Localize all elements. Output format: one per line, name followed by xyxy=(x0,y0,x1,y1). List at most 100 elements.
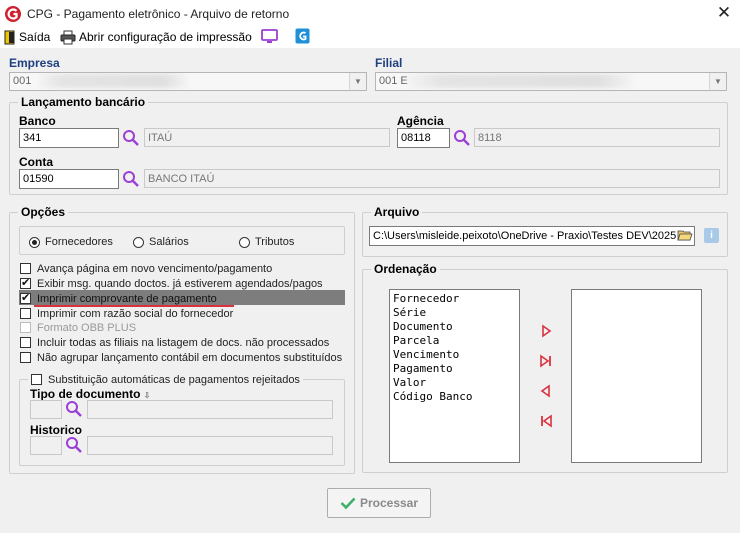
historico-desc xyxy=(87,436,333,455)
historico-label: Historico xyxy=(30,423,83,437)
banco-name-field: ITAÚ xyxy=(144,128,390,147)
checkbox[interactable] xyxy=(20,291,31,304)
printer-icon xyxy=(60,30,76,44)
checkbox-label: Formato OBB PLUS xyxy=(37,321,137,334)
agencia-name-field: 8118 xyxy=(474,128,720,147)
tipo-documento-label: Tipo de documento ⇩ xyxy=(30,387,151,401)
historico-code xyxy=(30,436,62,455)
checkbox-label: Substituição automáticas de pagamentos r… xyxy=(48,373,300,386)
exit-button[interactable]: Saída xyxy=(4,28,50,46)
window-title: CPG - Pagamento eletrônico - Arquivo de … xyxy=(27,7,290,21)
list-item[interactable]: Valor xyxy=(393,376,516,390)
conta-input[interactable]: 01590 xyxy=(19,169,119,189)
chk-razao-social[interactable]: Imprimir com razão social do fornecedor xyxy=(20,306,233,321)
empresa-value: 001 xyxy=(13,75,32,87)
ordenacao-legend: Ordenação xyxy=(371,262,440,276)
processar-button[interactable]: Processar xyxy=(327,488,431,518)
checkbox[interactable] xyxy=(20,308,31,319)
radio-label: Salários xyxy=(149,236,189,248)
search-icon[interactable] xyxy=(122,170,140,188)
ordenacao-available-list[interactable]: Fornecedor Série Documento Parcela Venci… xyxy=(389,289,520,463)
banco-input[interactable]: 341 xyxy=(19,128,119,148)
search-icon[interactable] xyxy=(65,400,83,418)
filial-label: Filial xyxy=(375,56,403,70)
arquivo-legend: Arquivo xyxy=(371,205,423,219)
radio-salarios[interactable]: Salários xyxy=(133,236,189,248)
checkmark-icon xyxy=(340,497,356,510)
move-left-icon[interactable] xyxy=(538,383,554,399)
move-all-right-icon[interactable] xyxy=(538,353,554,369)
print-config-button[interactable]: Abrir configuração de impressão xyxy=(60,28,252,46)
chk-nao-agrupar[interactable]: Não agrupar lançamento contábil em docum… xyxy=(20,350,342,365)
checkbox-label: Exibir msg. quando doctos. já estiverem … xyxy=(37,277,323,290)
search-icon[interactable] xyxy=(65,436,83,454)
empresa-redaction xyxy=(38,74,188,88)
checkbox[interactable] xyxy=(20,263,31,274)
empresa-label: Empresa xyxy=(9,56,60,70)
print-config-label: Abrir configuração de impressão xyxy=(79,30,252,44)
radio-label: Fornecedores xyxy=(45,236,113,248)
move-all-left-icon[interactable] xyxy=(538,413,554,429)
radio-tributos[interactable]: Tributos xyxy=(239,236,294,248)
filial-select[interactable]: 001 E ▼ xyxy=(375,72,727,91)
chk-avanca-pagina[interactable]: Avança página em novo vencimento/pagamen… xyxy=(20,261,272,276)
exit-label: Saída xyxy=(19,30,51,44)
arquivo-path-input[interactable]: C:\Users\misleide.peixoto\OneDrive - Pra… xyxy=(369,226,695,246)
radio-button[interactable] xyxy=(29,236,40,248)
checkbox[interactable] xyxy=(20,352,31,363)
search-icon[interactable] xyxy=(453,129,471,147)
checkbox-label: Incluir todas as filiais na listagem de … xyxy=(37,336,330,349)
checkbox xyxy=(20,322,31,333)
app-logo-icon xyxy=(5,6,21,22)
chk-exibir-msg[interactable]: Exibir msg. quando doctos. já estiverem … xyxy=(20,276,323,291)
checkbox[interactable] xyxy=(31,374,42,385)
list-item[interactable]: Código Banco xyxy=(393,390,516,404)
monitor-icon[interactable] xyxy=(261,29,278,44)
agencia-input[interactable]: 08118 xyxy=(397,128,450,148)
list-item[interactable]: Fornecedor xyxy=(393,292,516,306)
filial-redaction xyxy=(406,74,634,88)
checkbox-label: Avança página em novo vencimento/pagamen… xyxy=(37,262,273,275)
opcoes-legend: Opções xyxy=(18,205,69,219)
chevron-down-icon[interactable]: ▼ xyxy=(709,73,726,90)
checkbox-label: Imprimir com razão social do fornecedor xyxy=(37,307,234,320)
tipo-documento-code xyxy=(30,400,62,419)
lancamento-legend: Lançamento bancário xyxy=(18,95,149,109)
empresa-select[interactable]: 001 ▼ xyxy=(9,72,367,91)
tipo-documento-text: Tipo de documento xyxy=(30,387,141,401)
banco-label: Banco xyxy=(19,114,56,128)
conta-label: Conta xyxy=(19,155,53,169)
search-icon[interactable] xyxy=(122,129,140,147)
radio-button[interactable] xyxy=(239,236,250,248)
filial-value: 001 E xyxy=(379,75,408,87)
tipo-documento-desc xyxy=(87,400,333,419)
move-right-icon[interactable] xyxy=(538,323,554,339)
arrow-down-icon: ⇩ xyxy=(143,391,151,400)
chk-formato-obb: Formato OBB PLUS xyxy=(20,320,136,335)
chk-substituicao[interactable]: Substituição automáticas de pagamentos r… xyxy=(28,372,303,387)
checkbox[interactable] xyxy=(20,337,31,348)
checkbox-label: Não agrupar lançamento contábil em docum… xyxy=(37,351,343,364)
list-item[interactable]: Vencimento xyxy=(393,348,516,362)
checkbox-label: Imprimir comprovante de pagamento xyxy=(37,292,217,305)
chk-incluir-filiais[interactable]: Incluir todas as filiais na listagem de … xyxy=(20,335,329,350)
app-g-icon[interactable] xyxy=(295,28,310,44)
info-button[interactable]: i xyxy=(704,228,719,243)
close-button[interactable]: ✕ xyxy=(714,3,734,23)
chk-imprimir-comprovante[interactable]: Imprimir comprovante de pagamento xyxy=(20,291,217,306)
list-item[interactable]: Documento xyxy=(393,320,516,334)
list-item[interactable]: Série xyxy=(393,306,516,320)
exit-door-icon xyxy=(4,30,15,44)
chevron-down-icon[interactable]: ▼ xyxy=(349,73,366,90)
agencia-label: Agência xyxy=(397,114,444,128)
conta-name-field: BANCO ITAÚ xyxy=(144,169,720,188)
radio-fornecedores[interactable]: Fornecedores xyxy=(29,236,113,248)
list-item[interactable]: Pagamento xyxy=(393,362,516,376)
processar-label: Processar xyxy=(359,496,419,510)
list-item[interactable]: Parcela xyxy=(393,334,516,348)
folder-open-icon[interactable] xyxy=(677,228,693,243)
checkbox[interactable] xyxy=(20,276,31,289)
radio-button[interactable] xyxy=(133,236,144,248)
ordenacao-selected-list[interactable] xyxy=(571,289,702,463)
radio-label: Tributos xyxy=(255,236,295,248)
